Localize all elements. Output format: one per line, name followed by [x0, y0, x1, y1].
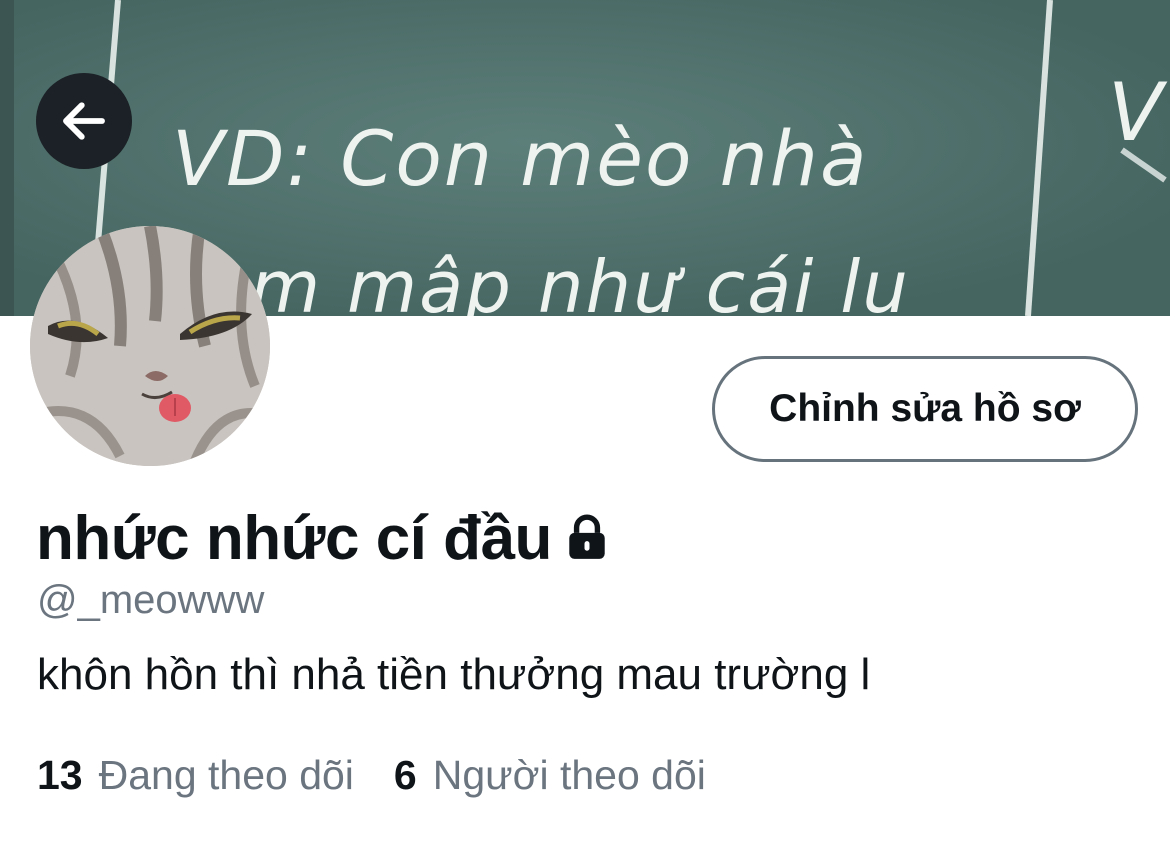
user-bio: khôn hồn thì nhả tiền thưởng mau trường … — [37, 650, 871, 699]
user-handle: @_meowww — [37, 578, 265, 622]
followers-link[interactable]: 6 Người theo dõi — [394, 752, 706, 799]
arrow-left-icon — [63, 102, 105, 140]
back-button[interactable] — [36, 73, 132, 169]
chalk-line-2: m mập như cái lu — [250, 245, 910, 316]
chalk-line-3: V — [1108, 66, 1168, 159]
following-link[interactable]: 13 Đang theo dõi — [37, 752, 354, 799]
followers-count: 6 — [393, 752, 417, 798]
avatar[interactable] — [30, 226, 270, 466]
follow-stats: 13 Đang theo dõi 6 Người theo dõi — [37, 752, 706, 799]
following-count: 13 — [37, 752, 83, 798]
following-label: Đang theo dõi — [98, 752, 354, 798]
edit-profile-button[interactable]: Chỉnh sửa hồ sơ — [712, 356, 1138, 462]
avatar-cat-image — [30, 226, 270, 466]
display-name: nhức nhức cí đầu — [36, 503, 552, 573]
lock-icon — [562, 512, 612, 567]
followers-label: Người theo dõi — [432, 752, 706, 798]
chalk-line-1: VD: Con mèo nhà — [172, 114, 869, 203]
display-name-row: nhức nhức cí đầu — [36, 498, 612, 578]
